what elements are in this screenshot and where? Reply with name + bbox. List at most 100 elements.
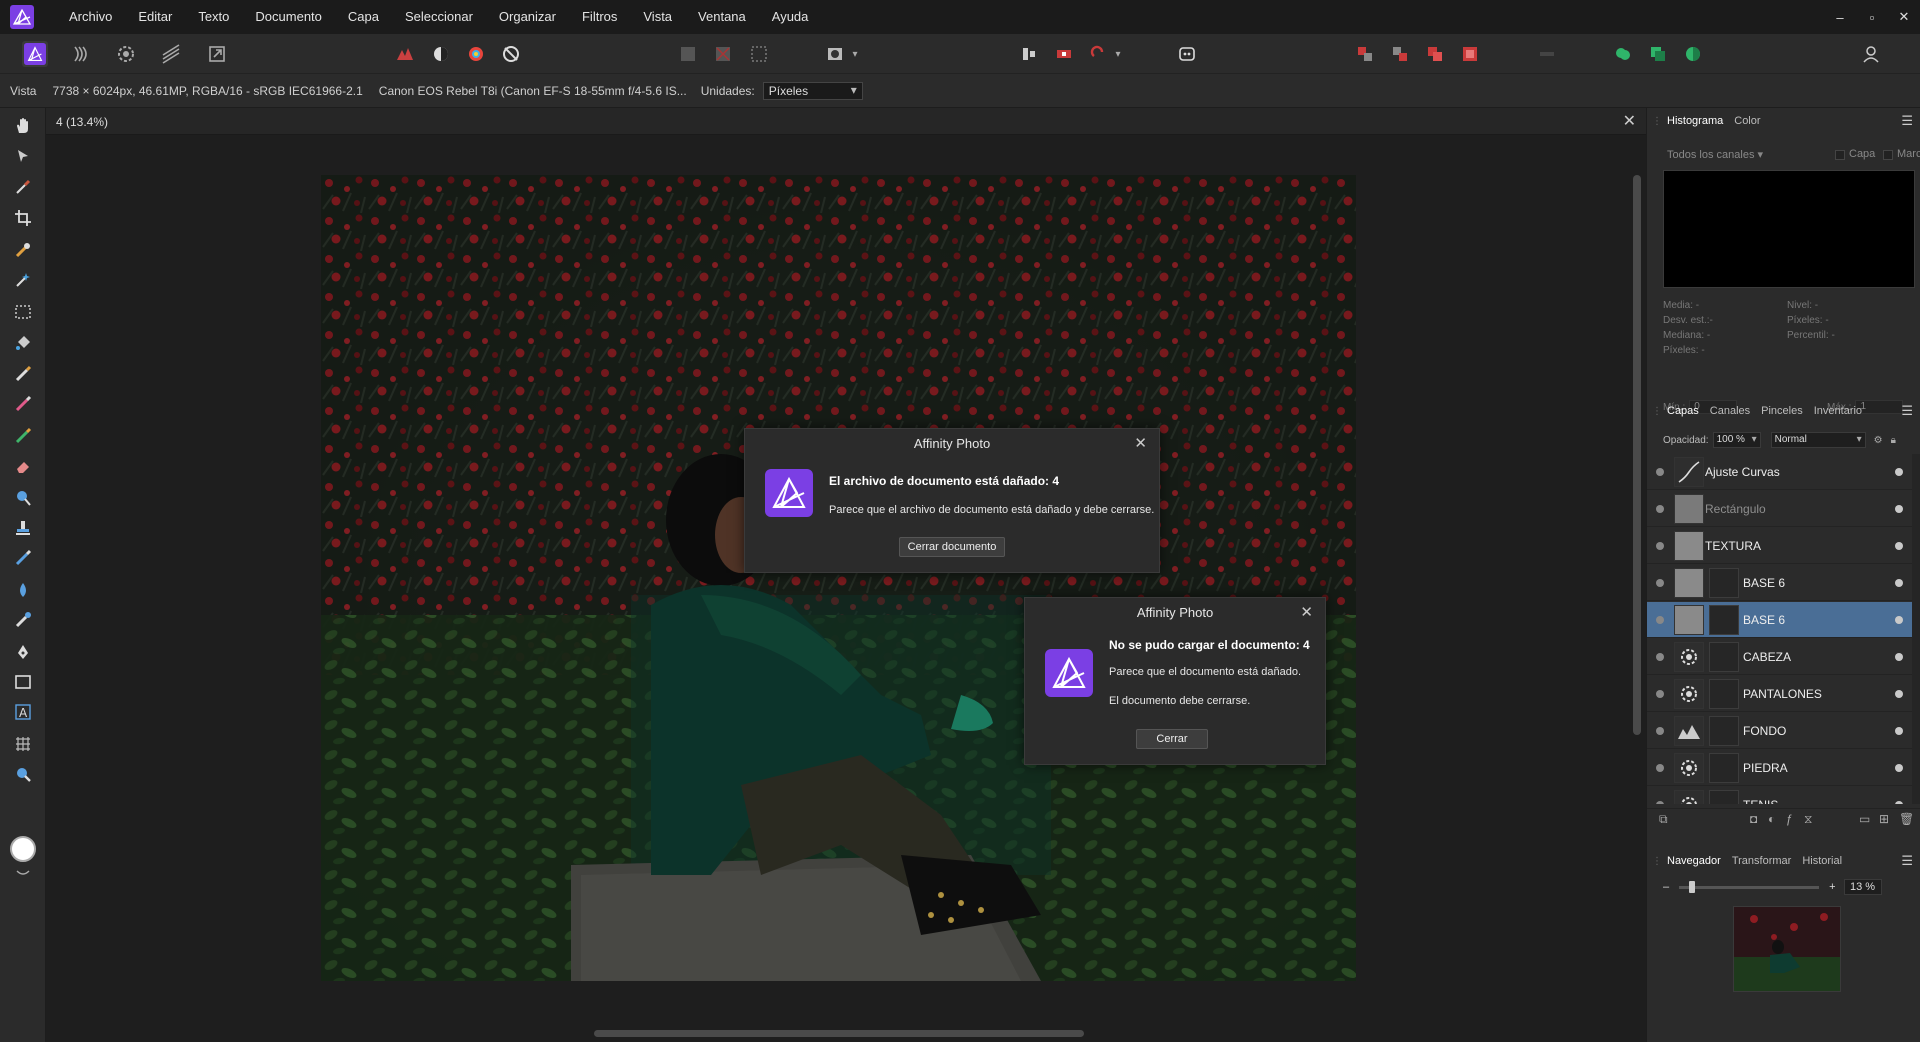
tab-histogram[interactable]: Histograma	[1667, 115, 1723, 127]
add-pixel-layer-icon[interactable]: ⊞	[1879, 812, 1889, 826]
dialog1-close-button[interactable]: ✕	[1134, 429, 1147, 459]
vertical-scroll-thumb[interactable]	[1633, 175, 1641, 735]
add-mask-icon[interactable]: ◘	[1750, 812, 1757, 826]
zoom-input[interactable]: 13 %	[1843, 879, 1882, 895]
dodge-tool-icon[interactable]	[11, 486, 35, 510]
layer-visibility-toggle-icon[interactable]	[1895, 468, 1903, 476]
align-icon[interactable]	[1016, 41, 1042, 67]
marquee-tool-icon[interactable]	[11, 300, 35, 324]
layer-checkbox[interactable]	[1835, 150, 1845, 160]
pen-tool-icon[interactable]	[11, 640, 35, 664]
arrange-front-icon[interactable]	[1457, 41, 1483, 67]
blur-brush-tool-icon[interactable]	[11, 578, 35, 602]
healing-brush-tool-icon[interactable]	[11, 546, 35, 570]
tab-transform[interactable]: Transformar	[1732, 855, 1792, 867]
menu-item-ayuda[interactable]: Ayuda	[759, 0, 822, 34]
navigator-thumbnail[interactable]	[1733, 906, 1841, 992]
panel-grip-icon[interactable]: ⋮	[1647, 116, 1667, 127]
tab-channels[interactable]: Canales	[1710, 405, 1750, 417]
opacity-select[interactable]: 100 %	[1712, 432, 1761, 448]
document-tab[interactable]: 4 (13.4%) ✕	[46, 108, 1646, 135]
paint-brush-tool-icon[interactable]	[11, 362, 35, 386]
menu-item-ventana[interactable]: Ventana	[685, 0, 759, 34]
assistant-icon[interactable]	[1174, 41, 1200, 67]
layer-effects-icon[interactable]: ⧉	[1659, 812, 1668, 827]
minimize-button[interactable]: –	[1824, 0, 1856, 34]
layer-visibility-toggle-icon[interactable]	[1895, 542, 1903, 550]
layer-visibility-icon[interactable]	[1656, 505, 1664, 513]
layer-visibility-toggle-icon[interactable]	[1895, 616, 1903, 624]
layer-visibility-icon[interactable]	[1656, 542, 1664, 550]
lock-icon[interactable]: 🔒︎	[1891, 435, 1896, 446]
tab-brushes[interactable]: Pinceles	[1761, 405, 1803, 417]
layer-visibility-icon[interactable]	[1656, 801, 1664, 804]
layer-visibility-toggle-icon[interactable]	[1895, 505, 1903, 513]
flood-select-tool-icon[interactable]	[11, 268, 35, 292]
tab-layers[interactable]: Capas	[1667, 405, 1699, 417]
tab-navigator[interactable]: Navegador	[1667, 855, 1721, 867]
vertical-scrollbar[interactable]	[1628, 135, 1646, 1042]
selection-mode-icon[interactable]	[675, 41, 701, 67]
red-eye-tool-icon[interactable]	[11, 608, 35, 632]
layer-visibility-icon[interactable]	[1656, 579, 1664, 587]
add-live-filter-icon[interactable]: ⧖	[1804, 812, 1812, 827]
zoom-slider[interactable]	[1679, 880, 1820, 893]
tone-mapping-persona-icon[interactable]	[158, 41, 184, 67]
layer-visibility-toggle-icon[interactable]	[1895, 764, 1903, 772]
color-replacement-tool-icon[interactable]	[11, 424, 35, 448]
quick-mask-icon[interactable]	[822, 41, 848, 67]
layer-visibility-icon[interactable]	[1656, 764, 1664, 772]
maximize-button[interactable]: ▫	[1856, 0, 1888, 34]
layer-visibility-icon[interactable]	[1656, 727, 1664, 735]
document-close-button[interactable]: ✕	[1623, 111, 1636, 131]
menu-item-texto[interactable]: Texto	[185, 0, 242, 34]
layer-row[interactable]: TEXTURA	[1647, 528, 1915, 564]
boolean-add-icon[interactable]	[1610, 41, 1636, 67]
auto-colours-icon[interactable]	[463, 41, 489, 67]
layer-row[interactable]: Ajuste Curvas	[1647, 454, 1915, 490]
liquify-persona-icon[interactable]	[69, 41, 95, 67]
layer-visibility-icon[interactable]	[1656, 468, 1664, 476]
auto-levels-icon[interactable]	[392, 41, 418, 67]
panel-grip-icon[interactable]: ⋮	[1647, 856, 1667, 867]
transform-dropdown-icon[interactable]: ▾	[1111, 41, 1125, 67]
account-icon[interactable]	[1858, 41, 1884, 67]
menu-item-filtros[interactable]: Filtros	[569, 0, 630, 34]
insert-target-icon[interactable]	[1534, 41, 1560, 67]
swap-colors-icon[interactable]	[14, 866, 32, 875]
tab-color[interactable]: Color	[1734, 115, 1760, 127]
layer-row[interactable]: Rectángulo	[1647, 491, 1915, 527]
zoom-slider-knob[interactable]	[1689, 880, 1696, 893]
artistic-text-tool-icon[interactable]: A	[11, 700, 35, 724]
primary-color-swatch[interactable]	[10, 836, 36, 862]
zoom-tool-icon[interactable]	[11, 762, 35, 786]
arrange-back-icon[interactable]	[1352, 41, 1378, 67]
histogram-menu-icon[interactable]: ☰	[1901, 113, 1913, 129]
tab-history[interactable]: Historial	[1802, 855, 1842, 867]
menu-item-seleccionar[interactable]: Seleccionar	[392, 0, 486, 34]
layer-visibility-toggle-icon[interactable]	[1895, 690, 1903, 698]
transform-origin-icon[interactable]	[1085, 41, 1111, 67]
layer-row[interactable]: PANTALONES	[1647, 676, 1915, 712]
layers-menu-icon[interactable]: ☰	[1901, 403, 1913, 419]
auto-contrast-icon[interactable]	[428, 41, 454, 67]
layer-visibility-toggle-icon[interactable]	[1895, 653, 1903, 661]
auto-white-balance-icon[interactable]	[498, 41, 524, 67]
tab-stock[interactable]: Inventario	[1814, 405, 1862, 417]
layer-visibility-toggle-icon[interactable]	[1895, 801, 1903, 804]
menu-item-archivo[interactable]: Archivo	[56, 0, 125, 34]
menu-item-capa[interactable]: Capa	[335, 0, 392, 34]
dialog2-close-button[interactable]: ✕	[1300, 598, 1313, 628]
layer-visibility-toggle-icon[interactable]	[1895, 727, 1903, 735]
pixel-tool-icon[interactable]	[11, 392, 35, 416]
menu-item-organizar[interactable]: Organizar	[486, 0, 569, 34]
panel-grip-icon[interactable]: ⋮	[1647, 406, 1667, 417]
zoom-out-button[interactable]: –	[1663, 881, 1669, 893]
color-picker-tool-icon[interactable]	[11, 175, 35, 199]
layer-row[interactable]: BASE 6	[1647, 602, 1915, 638]
add-adjustment-icon[interactable]: ◐	[1768, 812, 1775, 826]
mesh-warp-tool-icon[interactable]	[11, 732, 35, 756]
develop-persona-icon[interactable]	[113, 41, 139, 67]
clone-tool-icon[interactable]	[11, 516, 35, 540]
arrange-forward-icon[interactable]	[1422, 41, 1448, 67]
